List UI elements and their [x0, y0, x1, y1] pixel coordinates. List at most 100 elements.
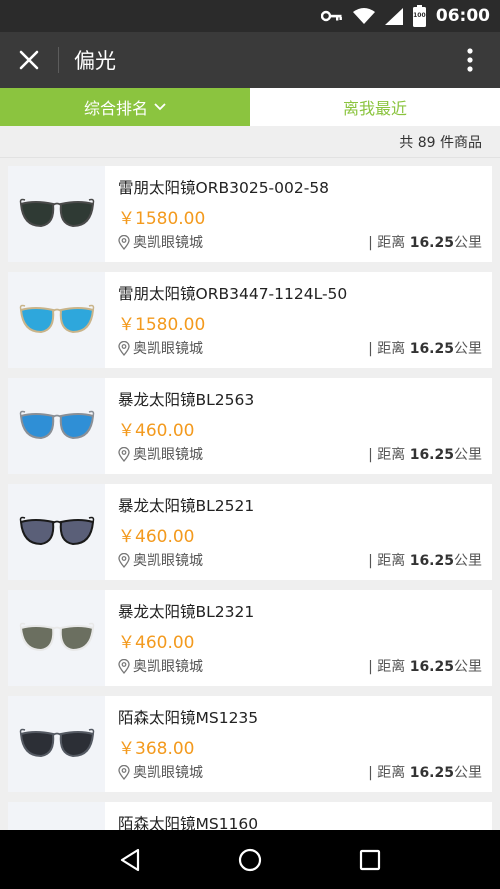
title-bar: 偏光 [0, 32, 500, 88]
distance-prefix: | 距离 [368, 235, 410, 251]
distance-prefix: | 距离 [368, 765, 410, 781]
store-location: 奥凯眼镜城 [118, 232, 368, 252]
store-location: 奥凯眼镜城 [118, 762, 368, 782]
distance-prefix: | 距离 [368, 341, 410, 357]
battery-icon: 100 [412, 5, 426, 27]
product-price: ￥1580.00 [118, 209, 206, 229]
battery-level: 100 [413, 12, 426, 19]
close-button[interactable] [0, 32, 58, 88]
distance-value: 16.25 [409, 447, 454, 463]
nav-back-icon [120, 848, 140, 871]
page-title: 偏光 [74, 49, 116, 73]
sunglasses-icon [19, 516, 94, 546]
product-info: 陌森太阳镜MS1235 ￥368.00 奥凯眼镜城 | 距离 16.25公里 [105, 696, 492, 792]
product-name: 雷朋太阳镜ORB3447-1124L-50 [118, 285, 348, 303]
nav-home-button[interactable] [230, 840, 270, 880]
location-pin-icon [118, 764, 130, 780]
product-card[interactable]: 雷朋太阳镜ORB3025-002-58 ￥1580.00 奥凯眼镜城 | 距离 16.… [8, 166, 492, 262]
product-card[interactable]: 陌森太阳镜MS1160 [8, 802, 492, 830]
app-root: 100 06:00 偏光 综合排名 离我最近 共 89 件商品 雷朋太阳镜ORB… [0, 0, 500, 889]
sunglasses-icon [19, 622, 94, 652]
distance-unit: 公里 [454, 447, 482, 463]
close-icon [19, 50, 39, 70]
status-bar: 100 06:00 [0, 0, 500, 32]
distance-unit: 公里 [454, 235, 482, 251]
product-name: 暴龙太阳镜BL2521 [118, 497, 255, 515]
sunglasses-icon [19, 410, 94, 440]
distance-info: | 距离 16.25公里 [368, 550, 482, 570]
location-pin-icon [118, 658, 130, 674]
nav-back-button[interactable] [110, 840, 150, 880]
distance-unit: 公里 [454, 341, 482, 357]
product-meta: 奥凯眼镜城 | 距离 16.25公里 [118, 232, 482, 252]
store-name: 奥凯眼镜城 [133, 765, 203, 781]
store-location: 奥凯眼镜城 [118, 550, 368, 570]
distance-value: 16.25 [409, 659, 454, 675]
product-info: 雷朋太阳镜ORB3025-002-58 ￥1580.00 奥凯眼镜城 | 距离 16.… [105, 166, 492, 262]
clock: 06:00 [435, 6, 490, 26]
chevron-down-icon [154, 103, 166, 111]
tab-composite-label: 综合排名 [83, 99, 148, 118]
distance-unit: 公里 [454, 553, 482, 569]
distance-info: | 距离 16.25公里 [368, 338, 482, 358]
store-location: 奥凯眼镜城 [118, 338, 368, 358]
distance-info: | 距离 16.25公里 [368, 232, 482, 252]
store-name: 奥凯眼镜城 [133, 553, 203, 569]
title-divider [58, 47, 59, 73]
tab-nearest-label: 离我最近 [342, 99, 407, 118]
product-meta: 奥凯眼镜城 | 距离 16.25公里 [118, 444, 482, 464]
store-name: 奥凯眼镜城 [133, 341, 203, 357]
nav-recents-icon [359, 849, 381, 870]
more-vertical-icon [467, 48, 473, 72]
tab-composite-ranking[interactable]: 综合排名 [0, 88, 250, 126]
more-options-button[interactable] [452, 32, 488, 88]
tab-nearest[interactable]: 离我最近 [250, 88, 500, 126]
product-info: 暴龙太阳镜BL2563 ￥460.00 奥凯眼镜城 | 距离 16.25公里 [105, 378, 492, 474]
product-price: ￥368.00 [118, 739, 195, 759]
product-info: 暴龙太阳镜BL2521 ￥460.00 奥凯眼镜城 | 距离 16.25公里 [105, 484, 492, 580]
product-card[interactable]: 暴龙太阳镜BL2321 ￥460.00 奥凯眼镜城 | 距离 16.25公里 [8, 590, 492, 686]
distance-info: | 距离 16.25公里 [368, 656, 482, 676]
location-pin-icon [118, 340, 130, 356]
product-card[interactable]: 雷朋太阳镜ORB3447-1124L-50 ￥1580.00 奥凯眼镜城 | 距离 1… [8, 272, 492, 368]
product-list[interactable]: 雷朋太阳镜ORB3025-002-58 ￥1580.00 奥凯眼镜城 | 距离 16.… [0, 158, 500, 830]
product-card[interactable]: 暴龙太阳镜BL2521 ￥460.00 奥凯眼镜城 | 距离 16.25公里 [8, 484, 492, 580]
product-thumbnail [8, 378, 105, 474]
product-thumbnail [8, 590, 105, 686]
distance-value: 16.25 [409, 235, 454, 251]
nav-recents-button[interactable] [350, 840, 390, 880]
result-count-bar: 共 89 件商品 [0, 126, 500, 158]
product-name: 陌森太阳镜MS1235 [118, 709, 259, 727]
signal-icon [384, 7, 403, 25]
product-thumbnail [8, 272, 105, 368]
product-meta: 奥凯眼镜城 | 距离 16.25公里 [118, 550, 482, 570]
product-price: ￥460.00 [118, 421, 195, 441]
location-pin-icon [118, 552, 130, 568]
product-price: ￥460.00 [118, 527, 195, 547]
system-nav-bar [0, 830, 500, 889]
product-name: 暴龙太阳镜BL2321 [118, 603, 255, 621]
product-card[interactable]: 陌森太阳镜MS1235 ￥368.00 奥凯眼镜城 | 距离 16.25公里 [8, 696, 492, 792]
product-meta: 奥凯眼镜城 | 距离 16.25公里 [118, 338, 482, 358]
distance-value: 16.25 [409, 341, 454, 357]
store-name: 奥凯眼镜城 [133, 447, 203, 463]
wifi-icon [352, 7, 375, 25]
distance-value: 16.25 [409, 553, 454, 569]
distance-unit: 公里 [454, 765, 482, 781]
store-name: 奥凯眼镜城 [133, 235, 203, 251]
location-pin-icon [118, 234, 130, 250]
distance-unit: 公里 [454, 659, 482, 675]
distance-prefix: | 距离 [368, 553, 410, 569]
sunglasses-icon [19, 198, 94, 228]
distance-info: | 距离 16.25公里 [368, 762, 482, 782]
store-location: 奥凯眼镜城 [118, 656, 368, 676]
product-thumbnail [8, 696, 105, 792]
sort-tabs: 综合排名 离我最近 [0, 88, 500, 126]
product-name: 雷朋太阳镜ORB3025-002-58 [118, 179, 330, 197]
product-card[interactable]: 暴龙太阳镜BL2563 ￥460.00 奥凯眼镜城 | 距离 16.25公里 [8, 378, 492, 474]
store-name: 奥凯眼镜城 [133, 659, 203, 675]
product-info: 暴龙太阳镜BL2321 ￥460.00 奥凯眼镜城 | 距离 16.25公里 [105, 590, 492, 686]
product-price: ￥1580.00 [118, 315, 206, 335]
product-meta: 奥凯眼镜城 | 距离 16.25公里 [118, 656, 482, 676]
distance-prefix: | 距离 [368, 659, 410, 675]
